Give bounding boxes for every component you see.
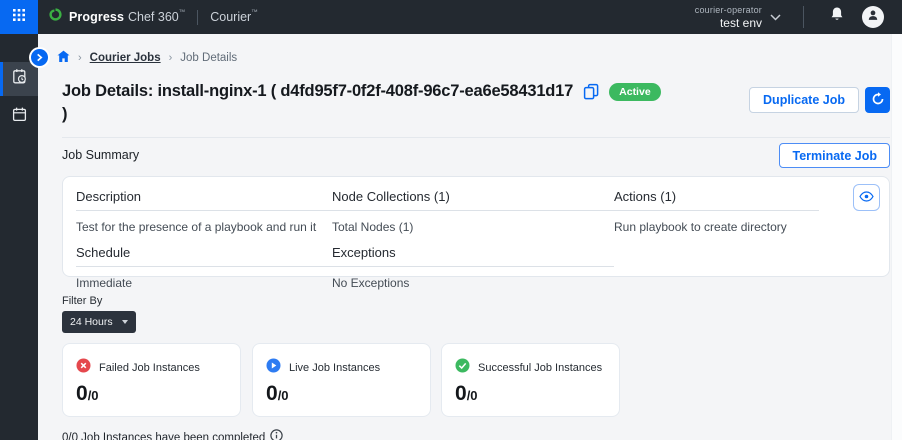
notifications-button[interactable] [829,6,845,28]
field-label: Exceptions [332,245,614,267]
breadcrumb-current: Job Details [180,52,237,64]
chevron-down-icon [770,14,781,21]
breadcrumb-separator: › [78,52,82,64]
field-value: Run playbook to create directory [614,211,819,234]
failed-instances-card: Failed Job Instances 0 /0 [62,343,241,417]
status-badge: Active [609,83,661,101]
field-actions: Actions (1) Run playbook to create direc… [614,189,819,234]
page-title-wrap: ) [62,105,661,124]
chevron-right-icon [35,49,44,67]
stat-value: 0 [266,382,278,406]
divider [62,137,890,138]
field-label: Node Collections (1) [332,189,614,211]
completion-text: 0/0 Job Instances have been completed [62,432,265,440]
field-label: Schedule [76,245,332,267]
field-label: Description [76,189,332,211]
account-role: courier-operator [695,5,762,15]
stat-total: /0 [278,388,289,403]
header-divider [803,6,804,28]
check-icon [455,358,470,378]
clipboard-clock-icon [11,68,28,90]
filter-by-label: Filter By [62,295,102,307]
top-header: Progress Chef 360™ Courier™ courier-oper… [0,0,902,34]
env-name: test env [695,16,762,30]
header-divider [197,10,198,25]
refresh-icon [871,92,885,109]
successful-instances-card: Successful Job Instances 0 /0 [441,343,620,417]
user-icon [866,8,880,27]
caret-down-icon [122,320,128,324]
brand-progress-text: Progress [69,10,124,24]
stat-value: 0 [455,382,467,406]
bell-icon [829,6,845,28]
breadcrumb-link-courier-jobs[interactable]: Courier Jobs [90,52,161,64]
field-label: Actions (1) [614,189,819,211]
stat-label: Failed Job Instances [99,362,200,374]
calendar-icon [11,106,28,128]
stat-label: Successful Job Instances [478,362,602,374]
eye-icon [859,190,874,205]
brand-logo: Progress Chef 360™ Courier™ [48,7,258,27]
page-title: Job Details: install-nginx-1 ( d4fd95f7-… [62,82,573,101]
breadcrumb: › Courier Jobs › Job Details [57,50,237,66]
field-schedule: Schedule Immediate [76,245,332,290]
sidebar-expand-button[interactable] [31,49,48,66]
play-icon [266,358,281,378]
failed-icon [76,358,91,378]
env-switcher[interactable]: courier-operator test env [695,5,781,30]
field-value: Total Nodes (1) [332,211,614,234]
breadcrumb-separator: › [169,52,173,64]
stat-label: Live Job Instances [289,362,380,374]
stat-total: /0 [88,388,99,403]
field-value: Immediate [76,267,332,290]
sidebar-item-jobs[interactable] [0,62,38,96]
field-description: Description Test for the presence of a p… [76,189,332,234]
time-range-value: 24 Hours [70,316,122,328]
brand-chef-text: Chef 360™ [128,10,185,24]
job-summary-heading: Job Summary [62,148,139,162]
live-instances-card: Live Job Instances 0 /0 [252,343,431,417]
duplicate-job-button[interactable]: Duplicate Job [749,87,859,113]
stat-value: 0 [76,382,88,406]
title-block: Job Details: install-nginx-1 ( d4fd95f7-… [62,82,661,124]
progress-swirl-icon [48,7,63,27]
field-value: Test for the presence of a playbook and … [76,211,332,234]
job-summary-card: Description Test for the presence of a p… [62,176,890,277]
field-exceptions: Exceptions No Exceptions [332,245,614,290]
refresh-button[interactable] [865,87,890,113]
brand-product-text: Courier™ [210,10,258,24]
home-icon[interactable] [57,50,70,66]
scrollbar-track[interactable] [891,34,902,440]
stat-total: /0 [467,388,478,403]
app-window: Progress Chef 360™ Courier™ courier-oper… [0,0,902,440]
user-avatar[interactable] [862,6,884,28]
completion-note: 0/0 Job Instances have been completed [62,429,283,440]
sidebar [0,34,38,440]
sidebar-item-schedule[interactable] [0,100,38,134]
info-icon[interactable] [270,429,283,440]
terminate-job-button[interactable]: Terminate Job [779,143,890,168]
grid-icon [12,8,26,27]
field-node-collections: Node Collections (1) Total Nodes (1) [332,189,614,234]
view-actions-button[interactable] [853,184,880,211]
copy-button[interactable] [583,83,599,100]
app-launcher-button[interactable] [0,0,38,34]
field-value: No Exceptions [332,267,614,290]
time-range-select[interactable]: 24 Hours [62,311,136,333]
